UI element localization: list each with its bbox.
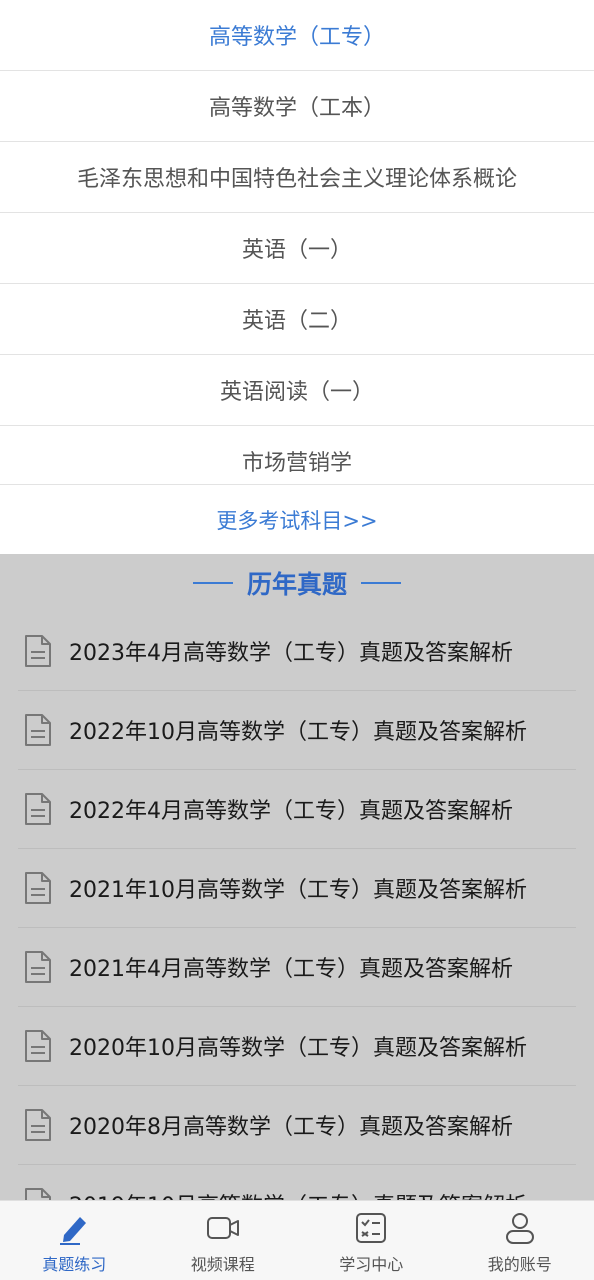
subject-item-mao-theory[interactable]: 毛泽东思想和中国特色社会主义理论体系概论 <box>0 142 594 213</box>
subject-item-english-1[interactable]: 英语（一） <box>0 213 594 284</box>
subject-item-english-2[interactable]: 英语（二） <box>0 284 594 355</box>
document-icon <box>25 1030 51 1062</box>
tab-label: 学习中心 <box>339 1255 404 1274</box>
paper-title: 2020年10月高等数学（工专）真题及答案解析 <box>69 1036 527 1061</box>
pencil-icon <box>60 1217 87 1245</box>
paper-title: 2022年4月高等数学（工专）真题及答案解析 <box>69 799 513 824</box>
paper-list: 2023年4月高等数学（工专）真题及答案解析 2022年10月高等数学（工专）真… <box>0 612 594 1200</box>
paper-item[interactable]: 2022年10月高等数学（工专）真题及答案解析 <box>18 691 576 770</box>
paper-item[interactable]: 2023年4月高等数学（工专）真题及答案解析 <box>18 612 576 691</box>
subject-item-english-reading-1[interactable]: 英语阅读（一） <box>0 355 594 426</box>
user-icon <box>505 1213 534 1244</box>
document-icon <box>25 714 51 746</box>
paper-item[interactable]: 2022年4月高等数学（工专）真题及答案解析 <box>18 770 576 849</box>
section-divider-right <box>361 582 401 584</box>
section-divider-left <box>192 582 233 584</box>
subject-item-math-gongben[interactable]: 高等数学（工本） <box>0 71 594 142</box>
more-subjects-link[interactable]: 更多考试科目>> <box>0 484 594 554</box>
paper-title: 2019年10月高等数学（工专）真题及答案解析 <box>69 1188 527 1200</box>
subject-list: 高等数学（工专） 高等数学（工本） 毛泽东思想和中国特色社会主义理论体系概论 英… <box>0 0 594 484</box>
checklist-icon <box>356 1213 387 1243</box>
paper-item[interactable]: 2021年4月高等数学（工专）真题及答案解析 <box>18 928 576 1007</box>
tab-label: 视频课程 <box>190 1255 255 1274</box>
document-icon <box>25 1109 51 1141</box>
tab-label: 真题练习 <box>42 1255 107 1274</box>
subject-item-math-gongzhuan[interactable]: 高等数学（工专） <box>0 0 594 71</box>
tab-video-courses[interactable]: 视频课程 <box>149 1201 298 1280</box>
paper-item[interactable]: 2019年10月高等数学（工专）真题及答案解析 <box>18 1165 576 1200</box>
paper-title: 2021年4月高等数学（工专）真题及答案解析 <box>69 957 513 982</box>
document-icon <box>25 635 51 667</box>
tab-my-account[interactable]: 我的账号 <box>446 1201 594 1280</box>
past-papers-section: 历年真题 2023年4月高等数学（工专）真题及答案解析 2022年10月高等数学… <box>0 554 594 1200</box>
bottom-tab-bar: 真题练习 视频课程 学习中心 我的账号 <box>0 1200 594 1280</box>
paper-item[interactable]: 2021年10月高等数学（工专）真题及答案解析 <box>18 849 576 928</box>
section-header: 历年真题 <box>0 554 594 612</box>
paper-title: 2021年10月高等数学（工专）真题及答案解析 <box>69 878 527 903</box>
tab-practice[interactable]: 真题练习 <box>0 1201 149 1280</box>
paper-item[interactable]: 2020年8月高等数学（工专）真题及答案解析 <box>18 1086 576 1165</box>
paper-title: 2022年10月高等数学（工专）真题及答案解析 <box>69 720 527 745</box>
subject-item-marketing[interactable]: 市场营销学 <box>0 426 594 484</box>
paper-title: 2020年8月高等数学（工专）真题及答案解析 <box>69 1115 513 1140</box>
video-camera-icon <box>206 1217 239 1239</box>
paper-item[interactable]: 2020年10月高等数学（工专）真题及答案解析 <box>18 1007 576 1086</box>
section-title: 历年真题 <box>246 570 347 599</box>
paper-title: 2023年4月高等数学（工专）真题及答案解析 <box>69 641 513 666</box>
document-icon <box>25 951 51 983</box>
document-icon <box>25 793 51 825</box>
document-icon <box>25 1188 51 1200</box>
document-icon <box>25 872 51 904</box>
tab-study-center[interactable]: 学习中心 <box>297 1201 446 1280</box>
tab-label: 我的账号 <box>487 1255 552 1274</box>
